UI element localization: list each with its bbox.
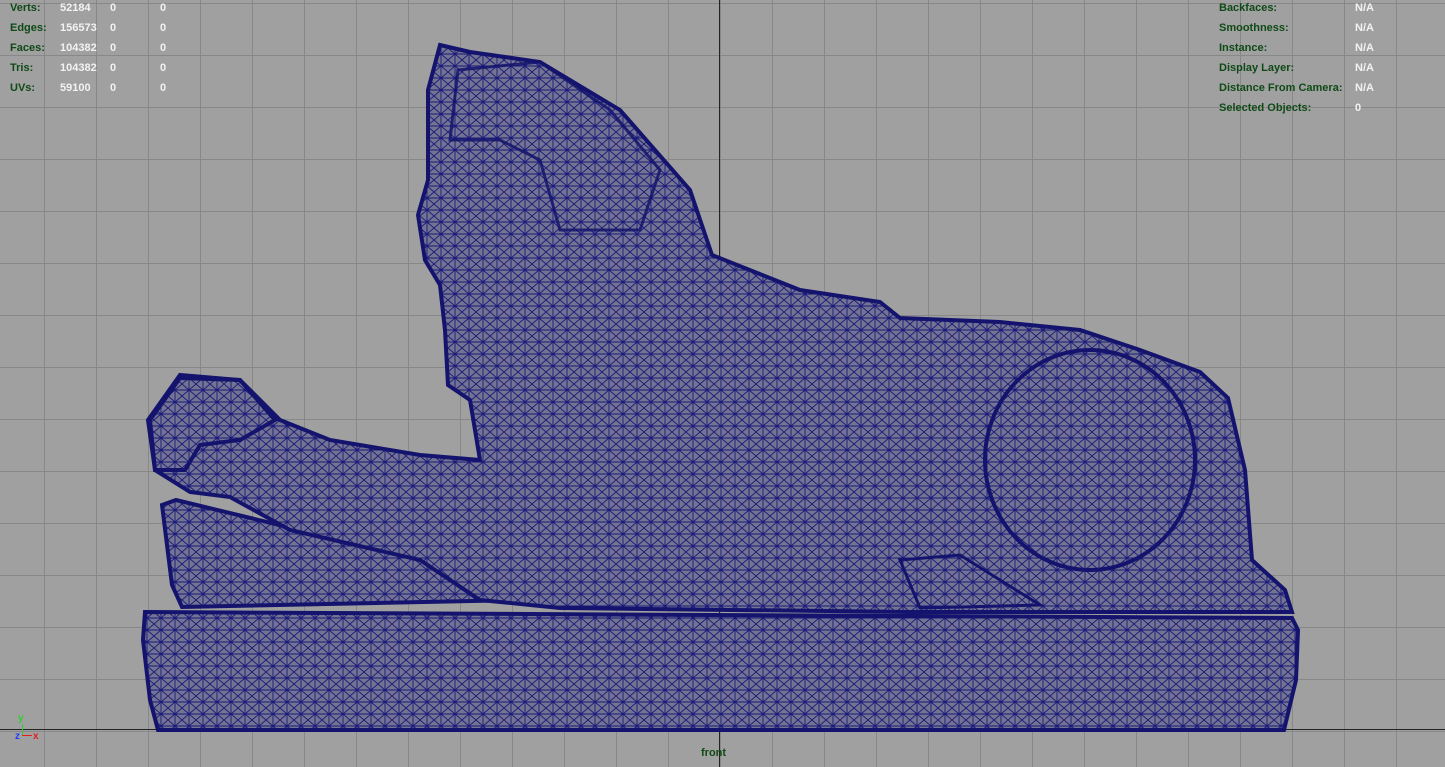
poly-count-hud: Verts: 52184 0 0 Edges: 156573 0 0 Faces… [10,0,200,98]
sphinx-body-mesh [145,42,1295,614]
stat-row-uvs: UVs: 59100 0 0 [10,78,200,98]
stat-value: 59100 [60,82,91,94]
info-label: Backfaces: [1219,2,1278,14]
x-axis-line [22,735,32,736]
stat-row-faces: Faces: 104382 0 0 [10,38,200,58]
stat-value: 0 [160,2,167,14]
sphinx-base-mesh [140,609,1301,732]
stat-label: Verts: [10,2,41,14]
info-label: Distance From Camera: [1219,82,1343,94]
z-axis-label: z [15,731,20,742]
info-row-smoothness: Smoothness: N/A [1219,18,1374,38]
viewport-front[interactable]: Verts: 52184 0 0 Edges: 156573 0 0 Faces… [0,0,1445,767]
stat-value: 0 [160,42,167,54]
info-row-display-layer: Display Layer: N/A [1219,58,1374,78]
camera-name-label: front [701,747,727,759]
info-row-distance: Distance From Camera: N/A [1219,78,1374,98]
stat-value: 104382 [60,62,97,74]
y-axis-label: y [18,713,24,724]
stat-value: 0 [110,22,117,34]
info-value: N/A [1355,62,1374,74]
stat-value: 0 [110,42,117,54]
axis-gizmo-icon: y z x [12,712,42,744]
info-value: N/A [1355,82,1374,94]
info-value: N/A [1355,42,1374,54]
stat-label: Edges: [10,22,47,34]
info-row-selected-objects: Selected Objects: 0 [1219,98,1374,118]
object-info-hud: Backfaces: N/A Smoothness: N/A Instance:… [1219,0,1374,118]
info-label: Smoothness: [1219,22,1289,34]
stat-row-verts: Verts: 52184 0 0 [10,0,200,18]
info-value: 0 [1355,102,1362,114]
stat-value: 52184 [60,2,91,14]
stat-label: Faces: [10,42,45,54]
stat-row-edges: Edges: 156573 0 0 [10,18,200,38]
stat-label: Tris: [10,62,34,74]
info-value: N/A [1355,2,1374,14]
info-value: N/A [1355,22,1374,34]
info-row-instance: Instance: N/A [1219,38,1374,58]
info-label: Selected Objects: [1219,102,1312,114]
stat-label: UVs: [10,82,36,94]
stat-value: 156573 [60,22,97,34]
stat-row-tris: Tris: 104382 0 0 [10,58,200,78]
x-axis-label: x [33,731,39,742]
stat-value: 0 [160,82,167,94]
stat-value: 104382 [60,42,97,54]
info-row-backfaces: Backfaces: N/A [1219,0,1374,18]
y-axis-line [22,724,23,735]
stat-value: 0 [110,62,117,74]
stat-value: 0 [110,82,117,94]
info-label: Instance: [1219,42,1268,54]
stat-value: 0 [160,22,167,34]
info-label: Display Layer: [1219,62,1295,74]
stat-value: 0 [160,62,167,74]
stat-value: 0 [110,2,117,14]
